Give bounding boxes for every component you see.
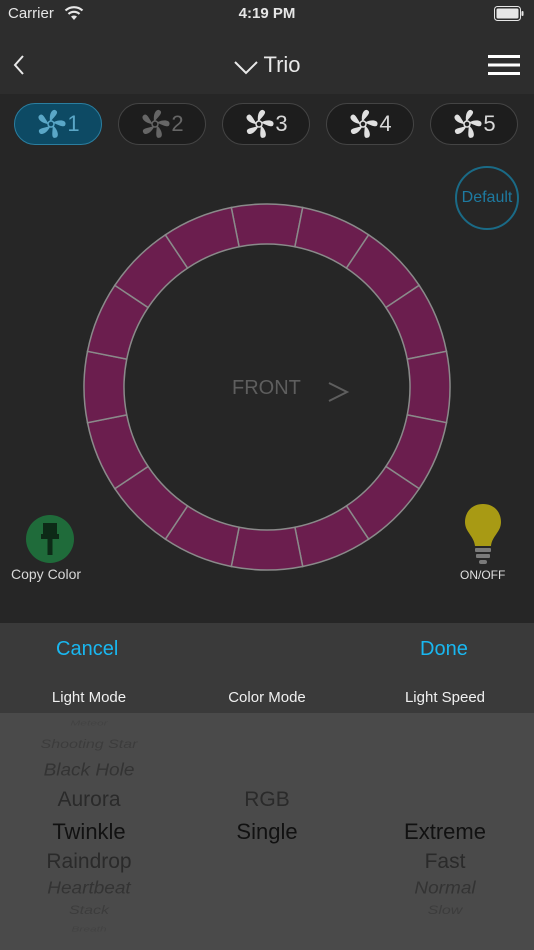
fan-tab-label: 4 <box>379 111 392 136</box>
lightbulb-icon[interactable] <box>462 502 504 566</box>
light-speed-option[interactable]: Fast <box>356 850 534 874</box>
cancel-button[interactable]: Cancel <box>56 638 118 661</box>
light-speed-header: Light Speed <box>404 689 486 706</box>
light-mode-header: Light Mode <box>51 689 127 706</box>
copy-color-label: Copy Color <box>11 566 82 582</box>
light-mode-option[interactable]: Stack <box>0 904 178 918</box>
fan-tab-label: 1 <box>67 111 80 136</box>
fan-icon <box>350 109 378 138</box>
led-segment[interactable] <box>83 350 128 424</box>
device-title-label: Trio <box>263 52 301 77</box>
led-segment[interactable] <box>406 350 451 424</box>
fan-tab-label: 3 <box>275 111 288 136</box>
done-button[interactable]: Done <box>420 638 468 661</box>
fan-icon <box>38 109 66 138</box>
battery-icon <box>494 6 524 21</box>
color-mode-option[interactable]: RGB <box>178 788 356 812</box>
led-segment[interactable] <box>230 526 304 571</box>
fan-tab-3[interactable]: 3 <box>222 103 310 145</box>
power-label: ON/OFF <box>460 568 506 582</box>
light-mode-option[interactable]: Raindrop <box>0 850 178 874</box>
fan-tab-4[interactable]: 4 <box>326 103 414 145</box>
light-speed-option[interactable]: Slow <box>356 904 534 918</box>
chevron-down-icon <box>234 61 259 75</box>
light-speed-option[interactable]: Extreme <box>356 819 534 845</box>
mode-picker[interactable]: Meteor Shooting Star Black Hole Aurora Twink… <box>0 713 534 950</box>
default-button[interactable]: Default <box>455 166 519 230</box>
led-segment[interactable] <box>230 203 304 248</box>
fan-tab-1[interactable]: 1 <box>14 103 102 145</box>
fan-icon <box>454 109 482 138</box>
fan-tab-2[interactable]: 2 <box>118 103 206 145</box>
hamburger-menu-icon[interactable] <box>486 53 522 77</box>
light-mode-option[interactable]: Twinkle <box>0 819 178 845</box>
fan-tab-label: 2 <box>171 111 184 136</box>
light-mode-option[interactable]: Shooting Star <box>0 738 178 752</box>
light-mode-option[interactable]: Breath <box>0 925 178 933</box>
fan-tab-label: 5 <box>483 111 496 136</box>
fan-icon <box>246 109 274 138</box>
fan-tab-5[interactable]: 5 <box>430 103 518 145</box>
color-mode-header: Color Mode <box>228 689 306 706</box>
light-mode-option[interactable]: Meteor <box>0 719 178 727</box>
device-title[interactable]: Trio <box>0 52 534 78</box>
color-mode-option[interactable]: Single <box>178 819 356 845</box>
light-mode-option[interactable]: Aurora <box>0 788 178 812</box>
status-time: 4:19 PM <box>238 5 296 22</box>
fan-icon <box>142 109 170 138</box>
light-speed-option[interactable]: Normal <box>356 879 534 899</box>
light-mode-option[interactable]: Black Hole <box>0 761 178 781</box>
front-label: FRONT <box>232 377 301 399</box>
paintbrush-icon[interactable] <box>25 514 75 564</box>
chevron-right-icon <box>328 382 350 402</box>
light-mode-option[interactable]: Heartbeat <box>0 879 178 899</box>
